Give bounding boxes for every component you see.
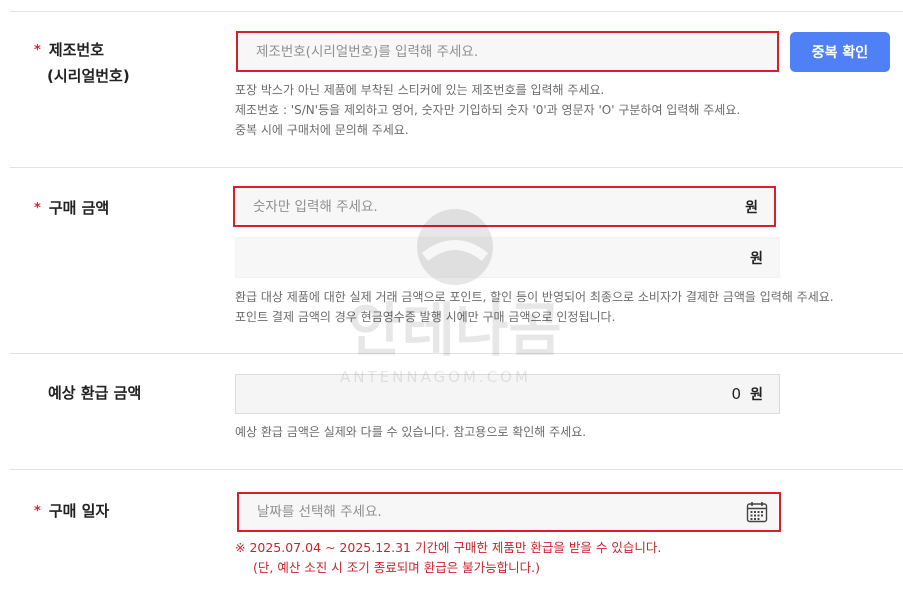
purchase-amount-input[interactable] bbox=[251, 188, 734, 225]
calendar-icon[interactable] bbox=[745, 500, 769, 524]
serial-label-line1: 제조번호 bbox=[48, 41, 105, 59]
serial-help: 포장 박스가 아닌 제품에 부착된 스티커에 있는 제조번호를 입력해 주세요.… bbox=[235, 80, 740, 140]
watermark-logo: 안테나곰 bbox=[348, 209, 562, 364]
purchase-amount-help-line: 환급 대상 제품에 대한 실제 거래 금액으로 포인트, 할인 등이 반영되어 … bbox=[235, 290, 834, 304]
required-mark: * bbox=[34, 504, 41, 519]
section-divider bbox=[10, 167, 903, 168]
currency-unit: 원 bbox=[750, 250, 763, 267]
purchase-amount-help-line: 포인트 결제 금액의 경우 현금영수증 발행 시에만 구매 금액으로 인정됩니다… bbox=[235, 310, 616, 324]
purchase-date-input-box[interactable] bbox=[237, 492, 781, 532]
purchase-amount-second-box[interactable]: 원 bbox=[235, 237, 780, 278]
section-divider bbox=[10, 11, 903, 12]
serial-label: * 제조번호 (시리얼번호) bbox=[34, 38, 130, 88]
serial-input-box[interactable] bbox=[236, 31, 779, 72]
purchase-date-label: * 구매 일자 bbox=[34, 499, 109, 525]
purchase-date-input[interactable] bbox=[255, 494, 739, 530]
expected-refund-box: 0 원 bbox=[235, 374, 780, 414]
warning-line: (단, 예산 소진 시 조기 종료되며 환급은 불가능합니다.) bbox=[253, 560, 541, 575]
required-mark: * bbox=[34, 201, 41, 216]
section-divider bbox=[10, 353, 903, 354]
purchase-date-label-text: 구매 일자 bbox=[48, 502, 110, 520]
serial-help-line: 포장 박스가 아닌 제품에 부착된 스티커에 있는 제조번호를 입력해 주세요. bbox=[235, 83, 605, 97]
purchase-amount-input-box[interactable]: 원 bbox=[233, 186, 776, 227]
serial-help-line: 중복 시에 구매처에 문의해 주세요. bbox=[235, 123, 409, 137]
expected-refund-label: 예상 환급 금액 bbox=[48, 384, 142, 402]
purchase-amount-label-text: 구매 금액 bbox=[48, 199, 110, 217]
purchase-amount-help: 환급 대상 제품에 대한 실제 거래 금액으로 포인트, 할인 등이 반영되어 … bbox=[235, 287, 834, 327]
purchase-date-warning: ※ 2025.07.04 ~ 2025.12.31 기간에 구매한 제품만 환급… bbox=[235, 538, 661, 578]
currency-unit: 원 bbox=[745, 199, 758, 216]
required-mark: * bbox=[34, 43, 41, 58]
section-divider bbox=[10, 469, 903, 470]
warning-line: ※ 2025.07.04 ~ 2025.12.31 기간에 구매한 제품만 환급… bbox=[235, 540, 662, 555]
expected-refund-value: 0 bbox=[731, 385, 741, 403]
currency-unit: 원 bbox=[750, 387, 763, 403]
purchase-amount-label: * 구매 금액 bbox=[34, 196, 109, 222]
serial-help-line: 제조번호 : 'S/N'등을 제외하고 영어, 숫자만 기입하되 숫자 '0'과… bbox=[235, 103, 741, 117]
duplicate-check-button[interactable]: 중복 확인 bbox=[790, 32, 890, 72]
serial-label-line2: (시리얼번호) bbox=[47, 67, 130, 85]
serial-input[interactable] bbox=[254, 33, 737, 70]
expected-refund-help: 예상 환급 금액은 실제와 다를 수 있습니다. 참고용으로 확인해 주세요. bbox=[235, 425, 587, 439]
